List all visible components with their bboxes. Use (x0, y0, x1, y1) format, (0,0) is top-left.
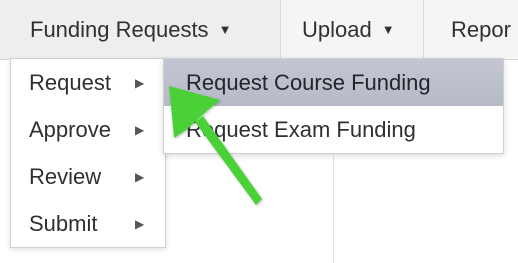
chevron-right-icon: ▶ (135, 122, 145, 137)
dropdown-item-approve[interactable]: Approve ▶ (11, 106, 165, 153)
dropdown-item-label: Review (29, 163, 102, 189)
submenu-item-request-course-funding[interactable]: Request Course Funding (164, 59, 503, 106)
background-divider (333, 152, 334, 263)
funding-requests-dropdown: Request ▶ Approve ▶ Review ▶ Submit ▶ (10, 58, 166, 248)
chevron-right-icon: ▶ (135, 75, 145, 90)
dropdown-item-label: Submit (29, 210, 98, 236)
dropdown-item-request[interactable]: Request ▶ (11, 59, 165, 106)
dropdown-item-label: Request (29, 69, 111, 95)
menu-upload[interactable]: Upload ▼ (281, 0, 424, 59)
caret-down-icon: ▼ (381, 22, 395, 37)
chevron-right-icon: ▶ (135, 216, 145, 231)
dropdown-item-submit[interactable]: Submit ▶ (11, 200, 165, 247)
menu-funding-requests-label: Funding Requests (30, 16, 209, 42)
submenu-item-label: Request Course Funding (186, 69, 431, 95)
menu-reports-label: Repor (451, 16, 511, 42)
dropdown-item-review[interactable]: Review ▶ (11, 153, 165, 200)
top-menu-bar: Funding Requests ▼ Upload ▼ Repor (0, 0, 518, 60)
menu-funding-requests[interactable]: Funding Requests ▼ (0, 0, 281, 59)
menu-upload-label: Upload (302, 16, 372, 42)
submenu-item-request-exam-funding[interactable]: Request Exam Funding (164, 106, 503, 153)
caret-down-icon: ▼ (218, 22, 232, 37)
menu-reports[interactable]: Repor (424, 0, 518, 59)
chevron-right-icon: ▶ (135, 169, 145, 184)
submenu-item-label: Request Exam Funding (186, 116, 416, 142)
request-submenu: Request Course Funding Request Exam Fund… (163, 58, 504, 154)
dropdown-item-label: Approve (29, 116, 111, 142)
